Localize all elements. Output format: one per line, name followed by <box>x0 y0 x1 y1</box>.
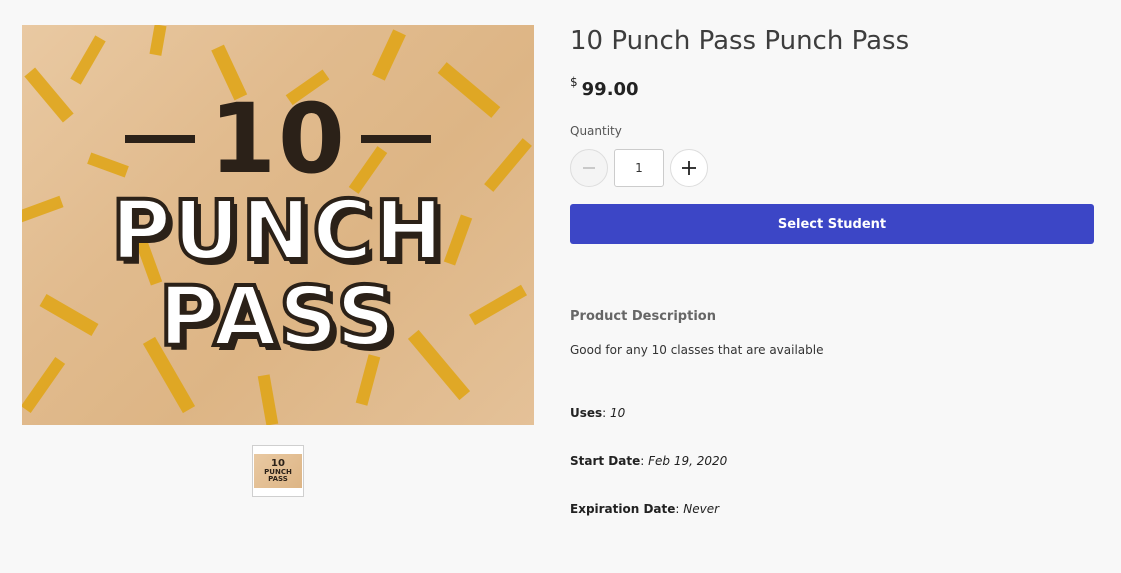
expiration-date-label: Expiration Date <box>570 502 676 516</box>
expiration-date-value: Never <box>683 502 720 516</box>
start-date-value: Feb 19, 2020 <box>648 454 728 468</box>
product-thumbnail[interactable]: 10 PUNCH PASS <box>252 445 304 497</box>
expiration-date-attribute: Expiration Date: Never <box>570 502 720 516</box>
select-student-button[interactable]: Select Student <box>570 204 1094 244</box>
product-title: 10 Punch Pass Punch Pass <box>570 26 910 56</box>
description-heading: Product Description <box>570 309 716 324</box>
thumbnail-line3: PASS <box>268 475 288 483</box>
product-gallery: 10 PUNCH PASS 10 PUNCH PASS <box>22 25 534 497</box>
description-text: Good for any 10 classes that are availab… <box>570 343 824 357</box>
product-price: $ 99.00 <box>570 75 1094 100</box>
wordmark-pass: PASS <box>157 270 398 365</box>
wordmark-punch: PUNCH <box>109 184 446 279</box>
uses-value: 10 <box>610 406 626 420</box>
price-amount: 99.00 <box>581 79 639 100</box>
punch-pass-wordmark: 10 PUNCH PASS <box>22 25 534 425</box>
product-main-image: 10 PUNCH PASS <box>22 25 534 425</box>
wordmark-dash-left <box>125 135 196 143</box>
quantity-label: Quantity <box>570 124 622 138</box>
product-details: 10 Punch Pass Punch Pass $ 99.00 Quantit… <box>570 25 1094 516</box>
start-date-attribute: Start Date: Feb 19, 2020 <box>570 454 728 468</box>
thumbnail-image: 10 PUNCH PASS <box>254 454 302 488</box>
decrement-button[interactable] <box>570 149 608 187</box>
wordmark-dash-right <box>360 135 431 143</box>
wordmark-number: 10 <box>125 91 431 187</box>
increment-button[interactable] <box>670 149 708 187</box>
quantity-stepper <box>570 148 1094 188</box>
start-date-label: Start Date <box>570 454 641 468</box>
price-currency: $ <box>570 75 578 89</box>
plus-icon <box>682 161 696 175</box>
quantity-input[interactable] <box>614 149 664 187</box>
uses-attribute: Uses: 10 <box>570 406 626 420</box>
wordmark-number-text: 10 <box>209 83 347 195</box>
uses-label: Uses <box>570 406 603 420</box>
minus-icon <box>583 167 595 169</box>
